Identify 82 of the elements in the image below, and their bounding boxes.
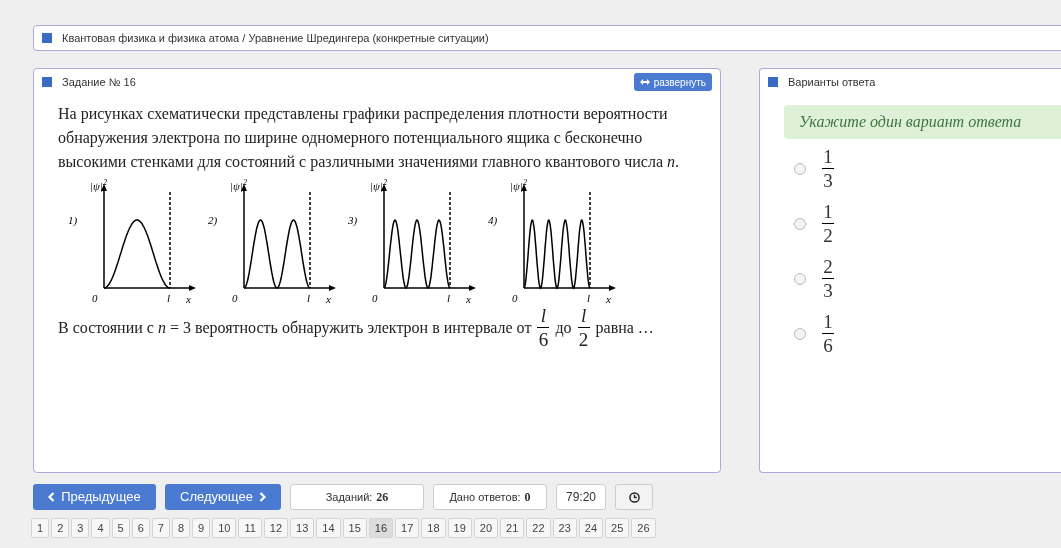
- y-axis-label: |ψ|$^{2}$: [90, 178, 107, 192]
- graph-number: 2): [208, 214, 218, 226]
- square-icon: [42, 33, 52, 43]
- page-button[interactable]: 4: [91, 518, 110, 538]
- page-button[interactable]: 24: [578, 518, 604, 538]
- page-button[interactable]: 2: [51, 518, 70, 538]
- x-axis-label: x: [326, 293, 331, 305]
- probability-curve: [523, 219, 591, 290]
- square-icon: [42, 77, 52, 87]
- page-button[interactable]: 21: [500, 518, 525, 538]
- graph-number: 3): [348, 214, 358, 226]
- question-text: В состоянии с n = 3 вероятность обнаружить электрон в интервале от: [58, 317, 532, 339]
- page-button[interactable]: 3: [71, 518, 90, 538]
- y-axis-label: |ψ|$^{2}$: [230, 178, 247, 192]
- answer-fraction: 1 6: [822, 312, 834, 355]
- width-label: l: [587, 292, 591, 304]
- breadcrumb: Квантовая физика и физика атома / Уравнение Шредингера (конкретные ситуации): [62, 30, 489, 46]
- fraction: l 6: [537, 306, 550, 349]
- radio-button[interactable]: [794, 217, 806, 230]
- page-button[interactable]: 9: [192, 518, 211, 538]
- page-button[interactable]: 1: [31, 518, 50, 538]
- page-button[interactable]: 11: [238, 518, 262, 538]
- page-button[interactable]: 17: [395, 518, 420, 538]
- probability-curve: [383, 219, 451, 289]
- timer: 79:20: [556, 484, 606, 510]
- x-axis-label: x: [606, 293, 611, 305]
- page-button[interactable]: 8: [171, 518, 190, 538]
- previous-button[interactable]: Предыдущее: [33, 484, 156, 510]
- answers-counter: Дано ответов: 0: [433, 484, 547, 510]
- y-axis-label: |ψ|$^{2}$: [510, 178, 527, 192]
- graph-number: 4): [488, 214, 498, 226]
- expand-button[interactable]: развернуть: [633, 73, 712, 91]
- page-button[interactable]: 19: [447, 518, 472, 538]
- clock-button[interactable]: [615, 484, 653, 510]
- tasks-counter: Заданий: 26: [290, 484, 424, 510]
- page-button[interactable]: 18: [421, 518, 446, 538]
- chevron-right-icon: [258, 492, 266, 502]
- radio-button[interactable]: [794, 272, 806, 285]
- probability-curve: [243, 219, 311, 289]
- answer-fraction: 1 2: [822, 202, 834, 245]
- page-button[interactable]: 12: [263, 518, 289, 538]
- origin-label: 0: [232, 292, 238, 304]
- page-button[interactable]: 6: [131, 518, 150, 538]
- chevron-left-icon: [48, 492, 56, 502]
- page-button[interactable]: 25: [605, 518, 630, 538]
- width-label: l: [167, 292, 171, 304]
- page-button[interactable]: 16: [368, 518, 394, 538]
- page-button[interactable]: 26: [631, 518, 656, 538]
- page-button[interactable]: 23: [552, 518, 577, 538]
- radio-button[interactable]: [794, 162, 806, 175]
- origin-label: 0: [92, 292, 98, 304]
- width-label: l: [307, 292, 311, 304]
- page-button[interactable]: 13: [290, 518, 315, 538]
- page-button[interactable]: 7: [151, 518, 170, 538]
- fraction: l 2: [577, 306, 590, 349]
- page-button[interactable]: 15: [342, 518, 367, 538]
- next-button[interactable]: Следующее: [165, 484, 281, 510]
- square-icon: [768, 77, 778, 87]
- width-label: l: [447, 292, 451, 304]
- clock-icon: [628, 491, 640, 503]
- probability-curve: [103, 219, 171, 289]
- origin-label: 0: [512, 292, 518, 304]
- origin-label: 0: [372, 292, 378, 304]
- panel-title: Задание № 16: [62, 74, 136, 90]
- task-text: На рисунках схематически представлены графики распределения плотности вероятности обнаружения электрона по ширине одномерного потенциального ящика с бесконечно высокими стенками для состояний с различными значениями главного квантового числа n.: [57, 104, 680, 173]
- y-axis-label: |ψ|$^{2}$: [370, 178, 387, 192]
- x-axis-label: x: [466, 293, 471, 305]
- instruction-banner: Укажите один вариант ответа: [784, 105, 1061, 139]
- question-text: равна …: [595, 317, 654, 339]
- page-button[interactable]: 20: [473, 518, 499, 538]
- answer-fraction: 1 3: [822, 147, 834, 190]
- radio-button[interactable]: [794, 327, 806, 340]
- page-button[interactable]: 5: [111, 518, 130, 538]
- x-axis-label: x: [186, 293, 191, 305]
- horizontal-arrows-icon: [639, 79, 650, 85]
- page-button[interactable]: 22: [526, 518, 551, 538]
- answer-fraction: 2 3: [822, 257, 834, 300]
- question-text: до: [555, 317, 572, 339]
- page-button[interactable]: 10: [212, 518, 237, 538]
- page-button[interactable]: 14: [316, 518, 341, 538]
- graph-number: 1): [68, 214, 78, 226]
- panel-title: Варианты ответа: [788, 74, 876, 90]
